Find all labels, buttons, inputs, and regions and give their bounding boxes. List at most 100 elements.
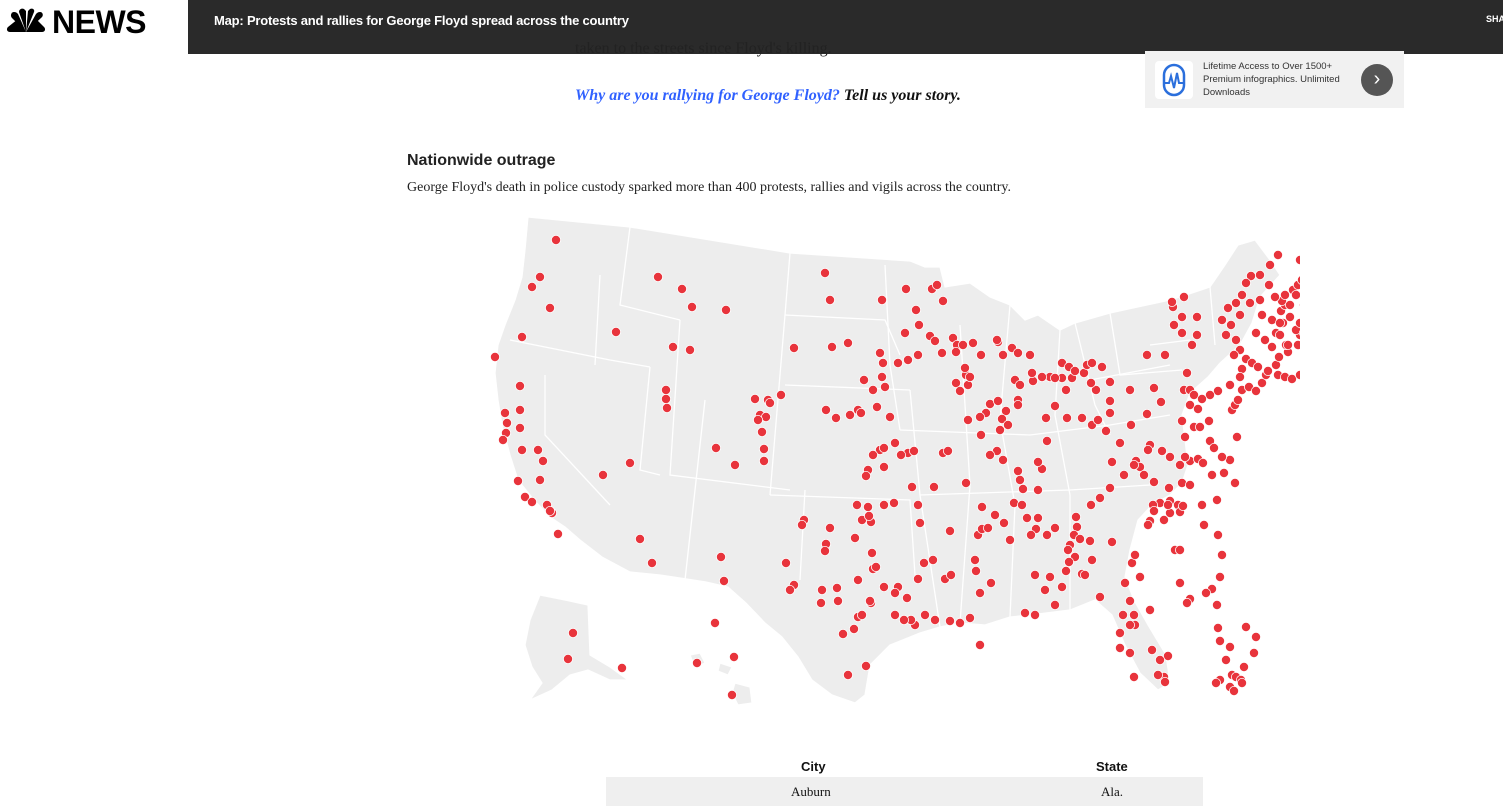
protest-dot[interactable] xyxy=(851,499,862,510)
protest-dot[interactable] xyxy=(931,280,942,291)
protest-dot[interactable] xyxy=(864,595,875,606)
rallying-story-link[interactable]: Why are you rallying for George Floyd? xyxy=(575,87,840,104)
protest-dot[interactable] xyxy=(1265,260,1276,271)
protest-dot[interactable] xyxy=(1229,685,1240,696)
protest-dot[interactable] xyxy=(1212,599,1223,610)
protest-dot[interactable] xyxy=(1179,292,1190,303)
protest-dot[interactable] xyxy=(1211,677,1222,688)
protest-dot[interactable] xyxy=(1042,529,1053,540)
protest-dot[interactable] xyxy=(863,510,874,521)
protest-dot[interactable] xyxy=(1235,371,1246,382)
protest-dot[interactable] xyxy=(959,362,970,373)
protest-dot[interactable] xyxy=(775,389,786,400)
protest-dot[interactable] xyxy=(1042,435,1053,446)
protest-dot[interactable] xyxy=(1195,421,1206,432)
protest-dot[interactable] xyxy=(1063,544,1074,555)
protest-dot[interactable] xyxy=(545,303,556,314)
protest-dot[interactable] xyxy=(1239,661,1250,672)
protest-dot[interactable] xyxy=(1182,597,1193,608)
protest-dot[interactable] xyxy=(752,414,763,425)
protest-dot[interactable] xyxy=(610,327,621,338)
protest-dot[interactable] xyxy=(538,455,549,466)
protest-dot[interactable] xyxy=(497,434,508,445)
protest-dot[interactable] xyxy=(1165,451,1176,462)
protest-dot[interactable] xyxy=(1003,419,1014,430)
protest-dot[interactable] xyxy=(1180,451,1191,462)
protest-dot[interactable] xyxy=(1125,384,1136,395)
advertisement[interactable]: Lifetime Access to Over 1500+ Premium in… xyxy=(1145,51,1404,108)
protest-dot[interactable] xyxy=(1177,415,1188,426)
protest-dot[interactable] xyxy=(1251,328,1262,339)
protest-dot[interactable] xyxy=(1253,361,1264,372)
protest-dot[interactable] xyxy=(1013,465,1024,476)
protest-dot[interactable] xyxy=(1018,483,1029,494)
protest-dot[interactable] xyxy=(1093,414,1104,425)
protest-dot[interactable] xyxy=(1237,677,1248,688)
protest-dot[interactable] xyxy=(515,422,526,433)
protest-dot[interactable] xyxy=(1135,571,1146,582)
protest-dot[interactable] xyxy=(1192,312,1203,323)
protest-dot[interactable] xyxy=(990,509,1001,520)
protest-dot[interactable] xyxy=(1175,459,1186,470)
protest-dot[interactable] xyxy=(1295,255,1300,265)
protest-dot[interactable] xyxy=(1087,357,1098,368)
protest-dot[interactable] xyxy=(889,609,900,620)
protest-dot[interactable] xyxy=(944,525,955,536)
protest-dot[interactable] xyxy=(1143,444,1154,455)
protest-dot[interactable] xyxy=(1033,456,1044,467)
protest-dot[interactable] xyxy=(1251,385,1262,396)
protest-dot[interactable] xyxy=(1263,365,1274,376)
protest-dot[interactable] xyxy=(691,657,702,668)
protest-dot[interactable] xyxy=(533,444,544,455)
protest-dot[interactable] xyxy=(551,234,562,245)
protest-dot[interactable] xyxy=(749,393,760,404)
protest-dot[interactable] xyxy=(1251,631,1262,642)
protest-dot[interactable] xyxy=(780,557,791,568)
protest-dot[interactable] xyxy=(908,445,919,456)
protest-dot[interactable] xyxy=(1095,492,1106,503)
protest-dot[interactable] xyxy=(1237,290,1248,301)
protest-dot[interactable] xyxy=(831,582,842,593)
protest-dot[interactable] xyxy=(1107,536,1118,547)
protest-dot[interactable] xyxy=(962,414,973,425)
protest-dot[interactable] xyxy=(901,592,912,603)
protest-dot[interactable] xyxy=(1185,479,1196,490)
protest-dot[interactable] xyxy=(1255,295,1266,306)
protest-dot[interactable] xyxy=(1115,627,1126,638)
protest-dot[interactable] xyxy=(1119,469,1130,480)
protest-dot[interactable] xyxy=(1013,347,1024,358)
protest-dot[interactable] xyxy=(860,470,871,481)
protest-dot[interactable] xyxy=(1157,445,1168,456)
protest-dot[interactable] xyxy=(899,328,910,339)
protest-dot[interactable] xyxy=(950,346,961,357)
protest-dot[interactable] xyxy=(661,402,672,413)
protest-dot[interactable] xyxy=(1225,379,1236,390)
protest-dot[interactable] xyxy=(1217,315,1228,326)
protest-dot[interactable] xyxy=(878,442,889,453)
protest-dot[interactable] xyxy=(1270,292,1281,303)
protest-dot[interactable] xyxy=(1212,494,1223,505)
protest-dot[interactable] xyxy=(709,617,720,628)
protest-dot[interactable] xyxy=(1241,278,1252,289)
protest-dot[interactable] xyxy=(1198,457,1209,468)
protest-dot[interactable] xyxy=(1033,484,1044,495)
protest-dot[interactable] xyxy=(918,557,929,568)
table-header-city[interactable]: City xyxy=(801,759,826,774)
protest-dot[interactable] xyxy=(936,347,947,358)
protest-dot[interactable] xyxy=(816,584,827,595)
protest-dot[interactable] xyxy=(832,595,843,606)
protest-dot[interactable] xyxy=(1204,415,1215,426)
protest-dot[interactable] xyxy=(1120,577,1131,588)
protest-dot[interactable] xyxy=(848,623,859,634)
protest-dot[interactable] xyxy=(535,474,546,485)
protest-dot[interactable] xyxy=(1219,467,1230,478)
protest-dot[interactable] xyxy=(879,381,890,392)
protest-dot[interactable] xyxy=(1130,549,1141,560)
protest-dot[interactable] xyxy=(824,295,835,306)
protest-dot[interactable] xyxy=(877,357,888,368)
protest-dot[interactable] xyxy=(889,437,900,448)
protest-dot[interactable] xyxy=(527,496,538,507)
protest-dot[interactable] xyxy=(1050,372,1061,383)
protest-dot[interactable] xyxy=(489,351,500,362)
protest-dot[interactable] xyxy=(1231,298,1242,309)
